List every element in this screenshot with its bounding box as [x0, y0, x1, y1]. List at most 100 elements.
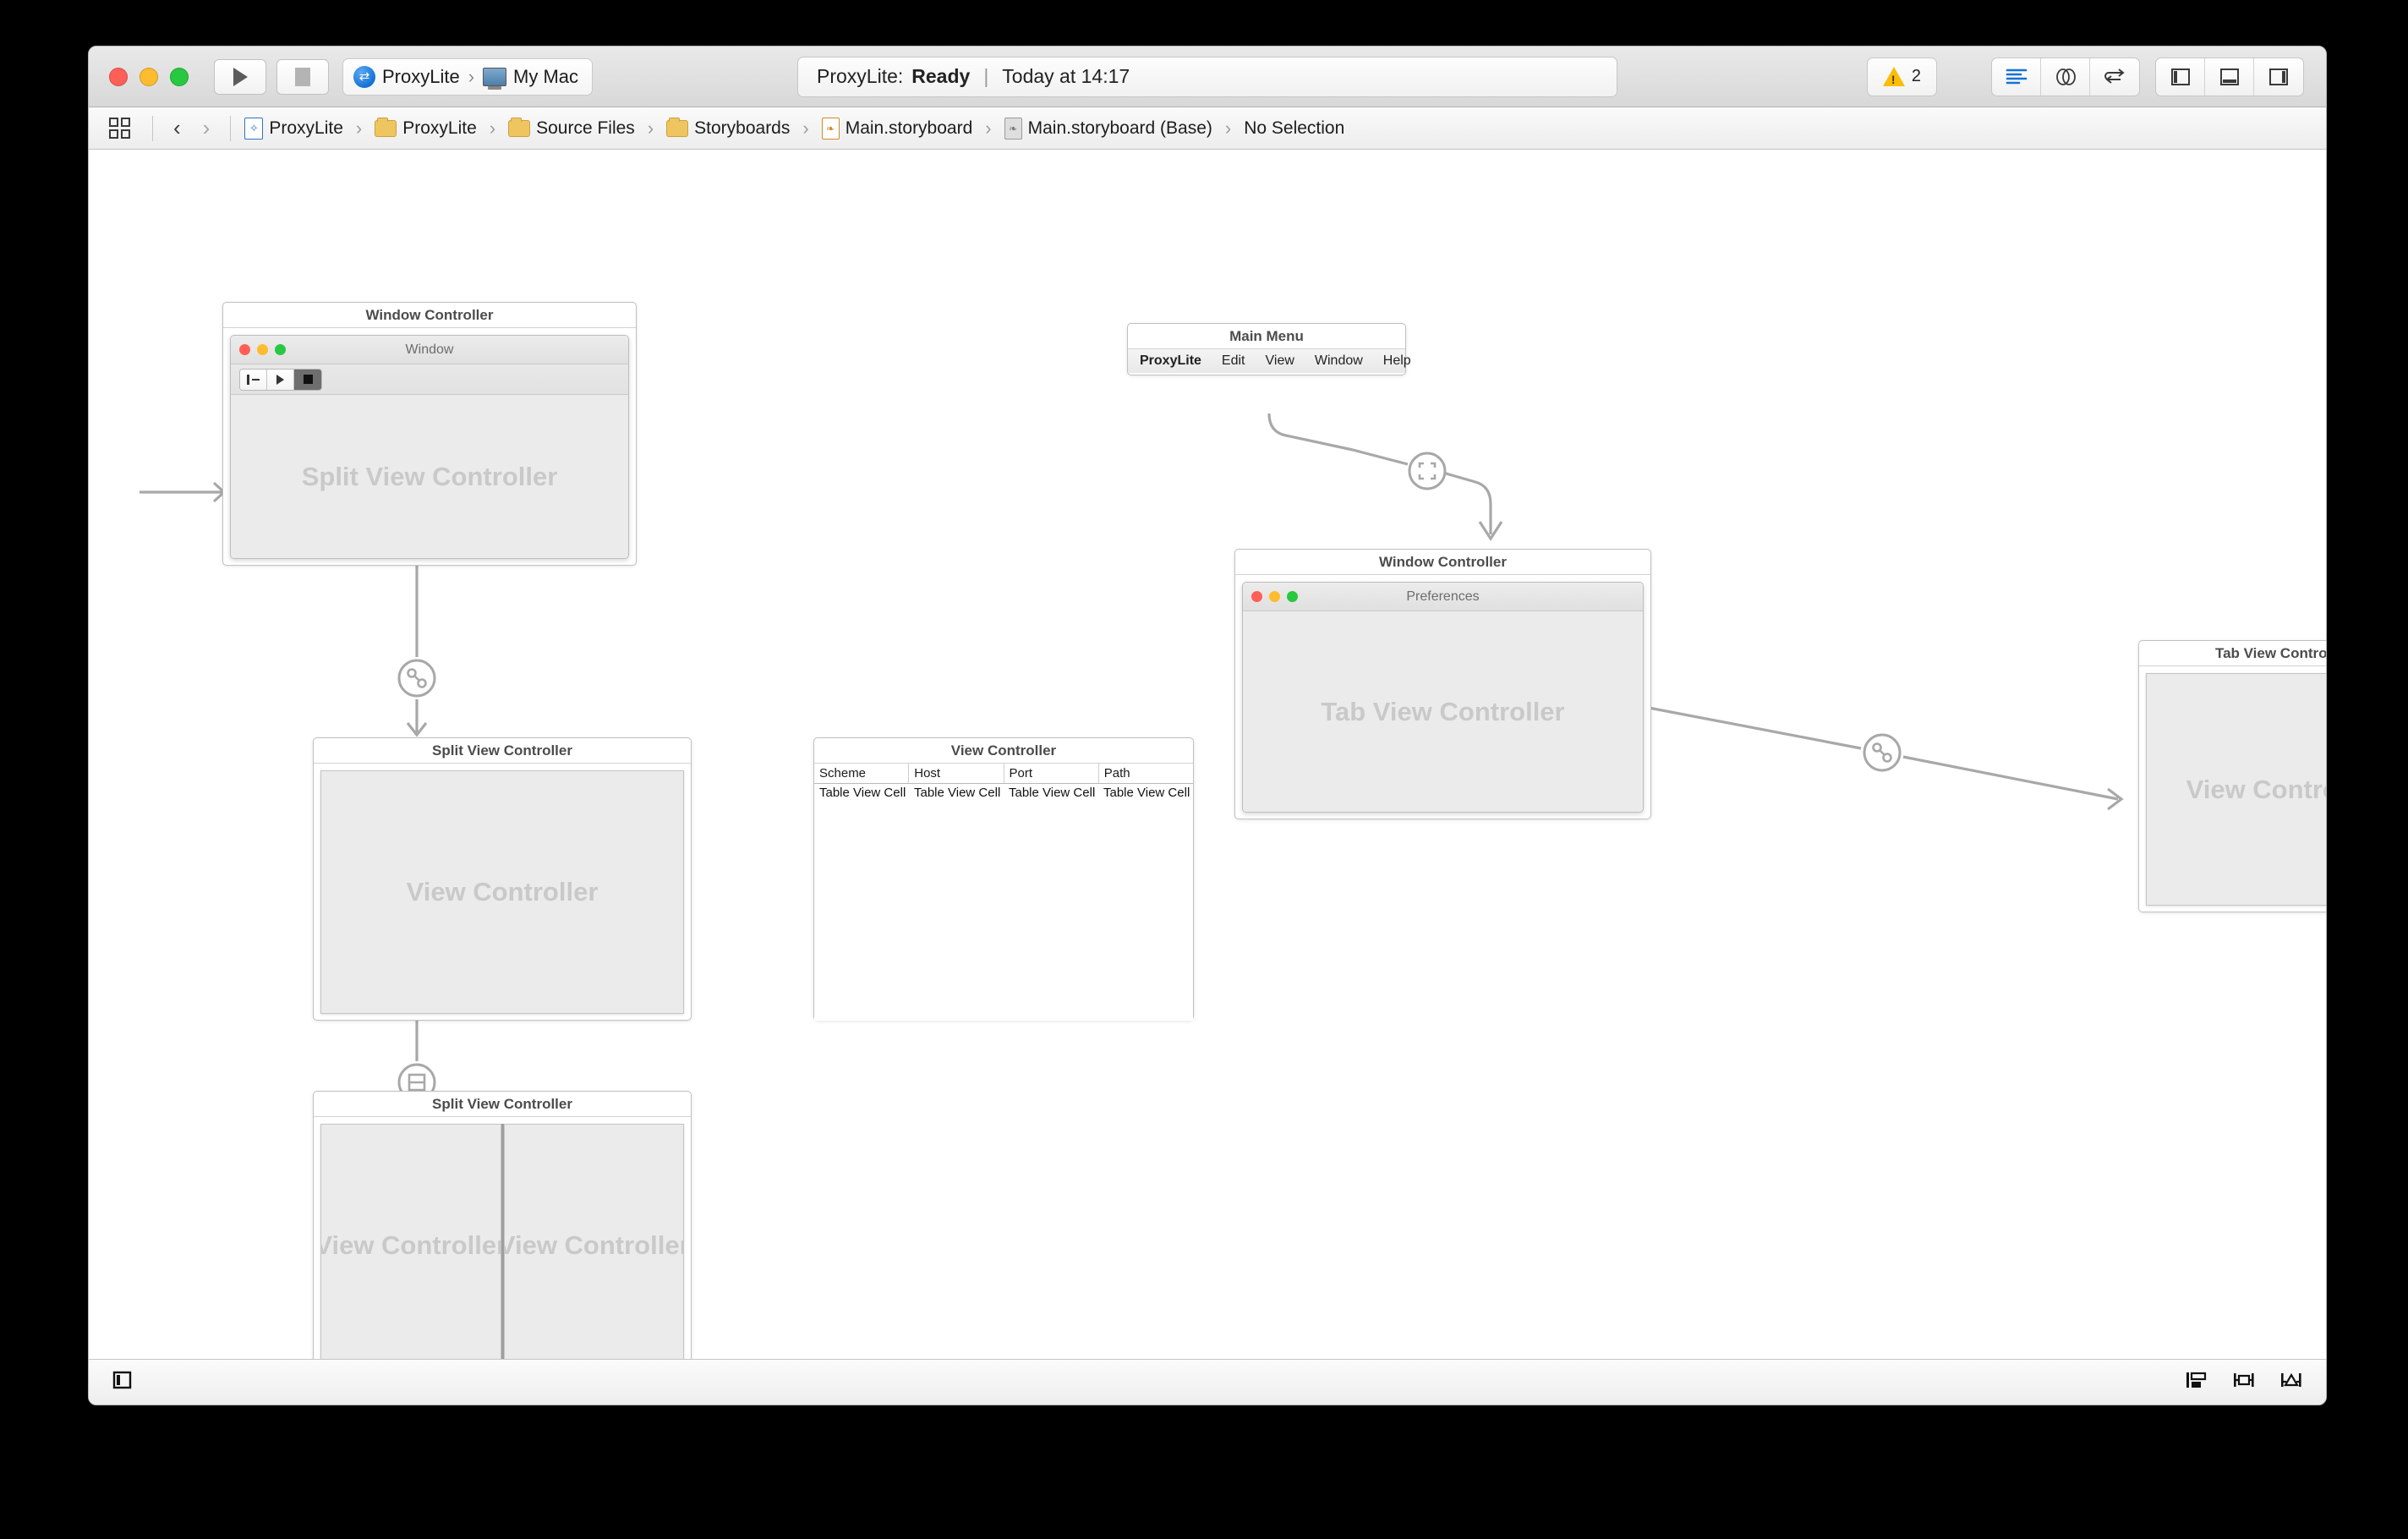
- scheme-icon: ⇄: [353, 65, 375, 88]
- window-title: Preferences: [1406, 589, 1480, 604]
- align-icon: [2186, 1372, 2207, 1388]
- split-panes: View Controller View Controller: [320, 1124, 684, 1359]
- align-button[interactable]: [2184, 1370, 2209, 1394]
- table-cell[interactable]: Table View Cell: [1098, 784, 1193, 802]
- menu-item-help[interactable]: Help: [1383, 353, 1411, 369]
- storyboard-canvas[interactable]: Window Controller Window Split View Cont…: [89, 150, 2326, 1359]
- window-mock: Window Split View Controller: [230, 335, 629, 559]
- activity-status-bar[interactable]: ProxyLite: Ready | Today at 14:17: [797, 56, 1617, 97]
- split-pane-left[interactable]: View Controller: [320, 1124, 501, 1359]
- scene-table-view-controller[interactable]: View Controller Scheme Host Port Path Ta…: [813, 737, 1194, 1021]
- warning-indicator[interactable]: 2: [1866, 57, 1937, 96]
- resolve-issues-button[interactable]: [2279, 1370, 2304, 1394]
- column-header-port[interactable]: Port: [1004, 764, 1099, 783]
- desktop-background: ⇄ ProxyLite › My Mac ProxyLite: Ready | …: [0, 0, 2408, 1539]
- stop-icon[interactable]: [294, 369, 321, 390]
- run-button[interactable]: [214, 58, 266, 95]
- segue-badge-present-modally: [1408, 452, 1447, 490]
- breadcrumb-item-group-storyboards[interactable]: Storyboards: [665, 117, 791, 139]
- play-icon[interactable]: [267, 369, 294, 390]
- scene-main-menu[interactable]: Main Menu ProxyLite Edit View Window Hel…: [1127, 323, 1411, 375]
- menu-item-view[interactable]: View: [1266, 353, 1294, 369]
- column-header-path[interactable]: Path: [1099, 764, 1193, 783]
- scheme-destination-selector[interactable]: ⇄ ProxyLite › My Mac: [342, 58, 594, 96]
- scene-title: Split View Controller: [314, 1092, 691, 1117]
- scene-split-view-controller-1[interactable]: Split View Controller View Controller: [313, 737, 692, 1021]
- placeholder-label: Tab View Controller: [1321, 696, 1565, 726]
- menu-item-app[interactable]: ProxyLite: [1140, 353, 1201, 369]
- scene-main-window-controller[interactable]: Window Controller Window Split View Cont…: [222, 302, 637, 566]
- window-mock: Preferences Tab View Controller: [1242, 582, 1644, 813]
- scene-body: Window Split View Controller: [223, 328, 636, 566]
- column-header-host[interactable]: Host: [909, 764, 1004, 783]
- breadcrumb: ‹ › ✧ ProxyLite › ProxyLite › Source Fil…: [89, 107, 2326, 150]
- back-button[interactable]: ‹: [165, 115, 189, 141]
- stop-button[interactable]: [276, 58, 329, 95]
- breadcrumb-item-group-source-files[interactable]: Source Files: [506, 117, 637, 139]
- document-outline-icon: [112, 1371, 132, 1389]
- menu-item-window[interactable]: Window: [1315, 353, 1363, 369]
- scene-body: View Controller: [314, 764, 691, 1021]
- close-button[interactable]: [109, 67, 128, 86]
- breadcrumb-item-file-main-storyboard[interactable]: ❧ Main.storyboard: [820, 117, 975, 140]
- placeholder-label: View Controller: [2186, 774, 2326, 804]
- scene-tab-view-controller[interactable]: Tab View Controller View Controller: [2138, 640, 2326, 912]
- breadcrumb-label: Main.storyboard (Base): [1027, 118, 1212, 138]
- my-mac-icon: [483, 67, 507, 86]
- toggle-utilities-icon: [2269, 68, 2288, 85]
- related-items-icon[interactable]: [109, 118, 130, 139]
- menu-item-edit[interactable]: Edit: [1222, 353, 1245, 369]
- toggle-navigator-button[interactable]: [2156, 58, 2205, 96]
- breadcrumb-label: No Selection: [1244, 118, 1345, 138]
- minimize-button[interactable]: [140, 67, 158, 86]
- scheme-name: ProxyLite: [382, 65, 460, 87]
- standard-editor-button[interactable]: [1992, 58, 2041, 96]
- toolbar-segmented-control[interactable]: [239, 368, 322, 391]
- scene-title: Split View Controller: [314, 738, 691, 764]
- toggle-utilities-button[interactable]: [2254, 58, 2303, 96]
- storyboard-base-icon: ❧: [1004, 117, 1022, 140]
- child-placeholder: View Controller: [2146, 673, 2326, 906]
- toggle-debug-area-icon: [2219, 68, 2239, 85]
- breadcrumb-item-selection[interactable]: No Selection: [1242, 118, 1346, 139]
- toggle-navigator-icon: [2170, 68, 2190, 85]
- breadcrumb-item-group-proxylite[interactable]: ProxyLite: [373, 117, 479, 139]
- scene-preferences-window-controller[interactable]: Window Controller Preferences Tab View C…: [1234, 549, 1651, 819]
- breadcrumb-item-project[interactable]: ✧ ProxyLite: [243, 117, 345, 140]
- scene-split-view-controller-2[interactable]: Split View Controller View Controller Vi…: [313, 1091, 692, 1359]
- column-header-scheme[interactable]: Scheme: [814, 764, 910, 783]
- breadcrumb-separator: ›: [985, 117, 992, 139]
- scene-title: View Controller: [814, 738, 1193, 764]
- table-cell[interactable]: Table View Cell: [909, 784, 1004, 802]
- document-outline-button[interactable]: [111, 1370, 133, 1394]
- canvas-bottom-bar: [89, 1359, 2326, 1405]
- window-title: Window: [405, 342, 454, 357]
- placeholder-label: Split View Controller: [301, 461, 558, 491]
- scene-body: Preferences Tab View Controller: [1235, 575, 1650, 819]
- scene-body: View Controller View Controller: [314, 1117, 691, 1359]
- breadcrumb-label: Source Files: [536, 118, 635, 138]
- table-cell[interactable]: Table View Cell: [814, 784, 909, 802]
- scene-title: Window Controller: [1235, 550, 1650, 575]
- breadcrumb-item-file-main-storyboard-base[interactable]: ❧ Main.storyboard (Base): [1003, 117, 1214, 140]
- menu-bar-mock: ProxyLite Edit View Window Help: [1128, 349, 1411, 373]
- folder-icon: [508, 117, 531, 137]
- scene-title: Window Controller: [223, 303, 636, 328]
- version-editor-button[interactable]: [2090, 58, 2139, 96]
- zoom-button[interactable]: [170, 67, 189, 86]
- toggle-debug-area-button[interactable]: [2205, 58, 2254, 96]
- warning-triangle-icon: [1882, 67, 1905, 86]
- sidebar-toggle-icon[interactable]: [240, 369, 267, 390]
- pin-button[interactable]: [2231, 1370, 2257, 1394]
- editor-mode-group: [1991, 57, 2140, 96]
- table-header-row: Scheme Host Port Path: [814, 764, 1193, 784]
- split-pane-right[interactable]: View Controller: [503, 1124, 684, 1359]
- resolve-issues-icon: [2281, 1372, 2301, 1387]
- forward-button[interactable]: ›: [194, 115, 219, 141]
- assistant-editor-button[interactable]: [2041, 58, 2090, 96]
- breadcrumb-label: ProxyLite: [269, 118, 343, 138]
- table-cell[interactable]: Table View Cell: [1004, 784, 1098, 802]
- segue-badge-relationship: [397, 659, 436, 698]
- segue-badge-relationship-tab: [1863, 733, 1902, 772]
- table-row[interactable]: Table View Cell Table View Cell Table Vi…: [814, 784, 1193, 802]
